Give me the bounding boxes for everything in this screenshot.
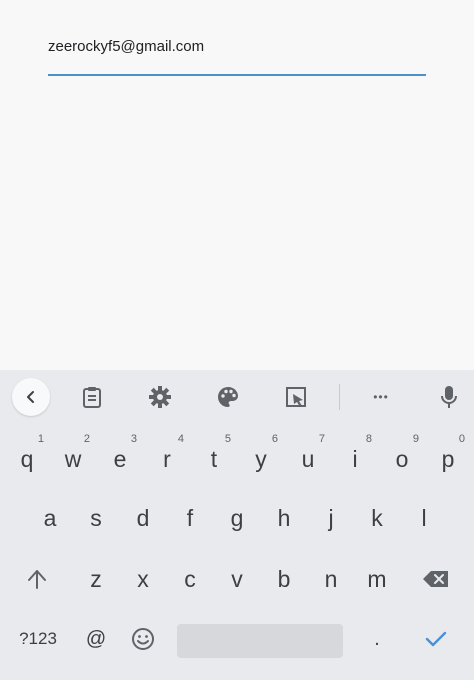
soft-keyboard: ••• q1 w2 e3 r4 t5 y6 u7 i8 o9 p0 a s d … <box>0 370 474 680</box>
clipboard-icon[interactable] <box>73 378 111 416</box>
period-key[interactable]: . <box>362 620 392 658</box>
symbols-key[interactable]: ?123 <box>8 620 68 658</box>
toolbar-divider <box>339 384 340 410</box>
app-content: zeerockyf5@gmail.com <box>0 0 474 370</box>
enter-key[interactable] <box>415 620 457 658</box>
key-l[interactable]: l <box>403 499 445 537</box>
key-a[interactable]: a <box>29 499 71 537</box>
key-c[interactable]: c <box>169 560 211 598</box>
email-field[interactable]: zeerockyf5@gmail.com <box>48 26 426 76</box>
gear-icon[interactable] <box>141 378 179 416</box>
space-key[interactable] <box>177 624 343 658</box>
key-u[interactable]: u7 <box>287 433 329 478</box>
key-z[interactable]: z <box>75 560 117 598</box>
key-g[interactable]: g <box>216 499 258 537</box>
key-w[interactable]: w2 <box>52 433 94 478</box>
key-t[interactable]: t5 <box>193 433 235 478</box>
mic-icon[interactable] <box>430 378 468 416</box>
backspace-icon <box>423 571 448 587</box>
key-j[interactable]: j <box>310 499 352 537</box>
key-d[interactable]: d <box>122 499 164 537</box>
key-q[interactable]: q1 <box>6 433 48 478</box>
key-x[interactable]: x <box>122 560 164 598</box>
shift-arrow-icon <box>28 570 46 589</box>
floating-keyboard-icon[interactable] <box>277 378 315 416</box>
at-key[interactable]: @ <box>78 620 114 658</box>
key-h[interactable]: h <box>263 499 305 537</box>
key-m[interactable]: m <box>356 560 398 598</box>
key-r[interactable]: r4 <box>146 433 188 478</box>
key-o[interactable]: o9 <box>381 433 423 478</box>
emoji-key[interactable] <box>124 620 162 658</box>
email-value: zeerockyf5@gmail.com <box>48 38 205 55</box>
more-dots-icon[interactable]: ••• <box>362 378 400 416</box>
email-field-underline <box>48 74 426 76</box>
key-s[interactable]: s <box>75 499 117 537</box>
checkmark-icon <box>425 631 447 647</box>
backspace-key[interactable] <box>412 560 460 598</box>
key-e[interactable]: e3 <box>99 433 141 478</box>
shift-key[interactable] <box>14 560 60 598</box>
keyboard-toolbar: ••• <box>0 370 474 424</box>
key-i[interactable]: i8 <box>334 433 376 478</box>
emoji-smile-icon <box>132 628 154 650</box>
key-k[interactable]: k <box>356 499 398 537</box>
key-v[interactable]: v <box>216 560 258 598</box>
key-n[interactable]: n <box>310 560 352 598</box>
back-chevron-icon[interactable] <box>12 378 50 416</box>
palette-icon[interactable] <box>209 378 247 416</box>
key-f[interactable]: f <box>169 499 211 537</box>
key-p[interactable]: p0 <box>427 433 469 478</box>
key-b[interactable]: b <box>263 560 305 598</box>
key-y[interactable]: y6 <box>240 433 282 478</box>
